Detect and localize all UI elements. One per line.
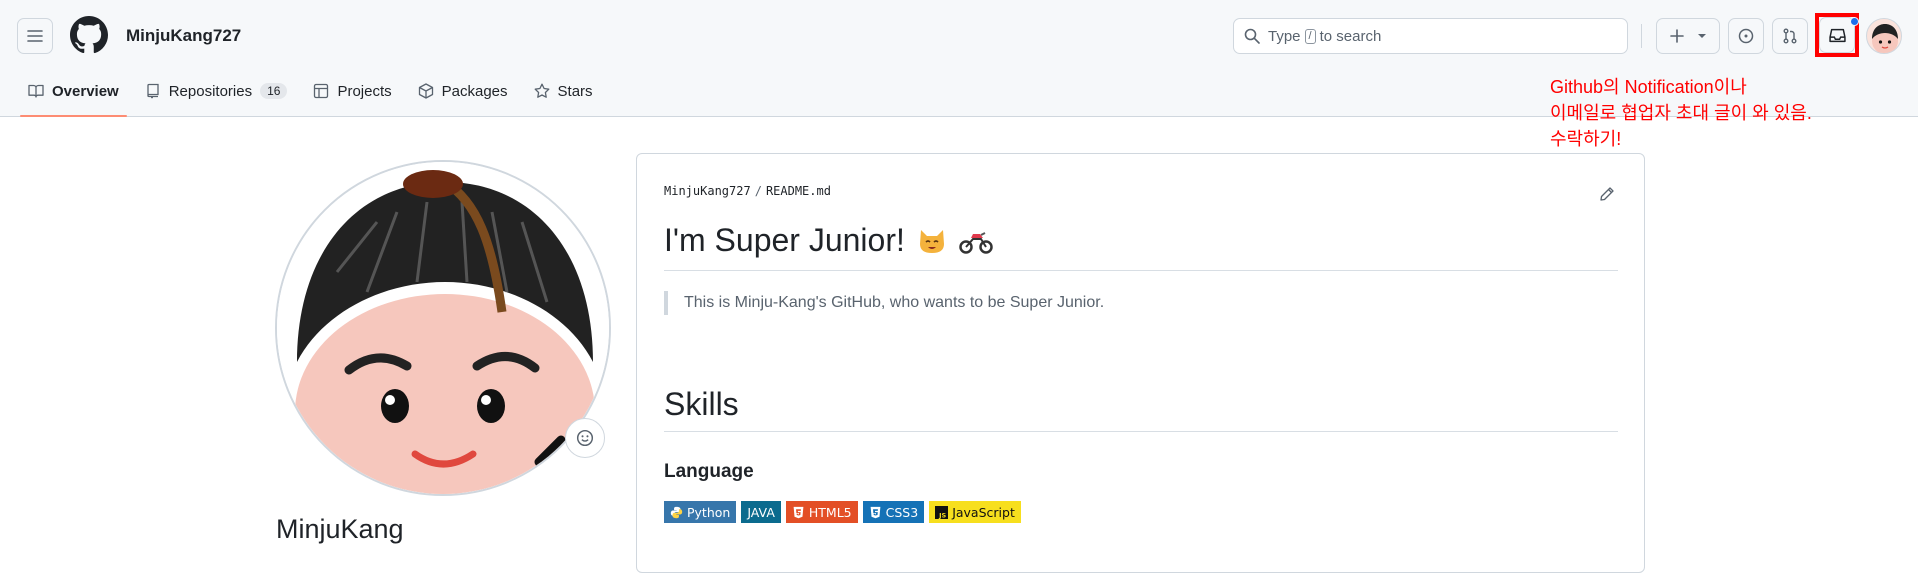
avatar[interactable]	[1866, 18, 1902, 54]
badge-html5[interactable]: HTML5	[785, 501, 858, 523]
annotation-text: Github의 Notification이나 이메일로 협업자 초대 글이 와 …	[1550, 74, 1812, 152]
badge-css3[interactable]: CSS3	[862, 501, 925, 523]
badge-css3-label: CSS3	[885, 504, 919, 520]
profile-tabs: Overview Repositories 16 Projects Packag…	[20, 76, 611, 117]
skills-heading: Skills	[664, 386, 739, 422]
set-status-button[interactable]	[565, 418, 605, 458]
tab-overview-label: Overview	[52, 82, 119, 100]
readme-card: MinjuKang727/ README.md I'm Super Junior!…	[636, 153, 1645, 573]
tab-stars[interactable]: Stars	[526, 76, 601, 106]
pull-requests-button[interactable]	[1772, 18, 1808, 54]
badge-html5-label: HTML5	[808, 504, 852, 520]
title-divider	[664, 270, 1618, 271]
badge-python-label: Python	[687, 504, 731, 520]
star-icon	[534, 83, 549, 98]
css3-icon	[870, 506, 880, 518]
readme-path: MinjuKang727/ README.md	[664, 184, 831, 198]
skills-divider	[664, 431, 1618, 432]
language-heading: Language	[664, 461, 754, 482]
readme-title-text: I'm Super Junior!	[664, 222, 905, 258]
tab-projects-label: Projects	[337, 82, 392, 100]
badge-python[interactable]: Python	[664, 501, 737, 523]
tab-packages-label: Packages	[441, 82, 508, 100]
tab-repositories-label: Repositories	[168, 82, 253, 100]
avatar-image	[1872, 24, 1898, 53]
repositories-count: 16	[260, 83, 288, 99]
issues-button[interactable]	[1728, 18, 1764, 54]
annotation-line-1: Github의 Notification이나	[1550, 77, 1747, 97]
html5-icon	[793, 506, 804, 518]
tab-packages[interactable]: Packages	[410, 76, 516, 106]
plus-icon	[1670, 29, 1684, 43]
book-icon	[28, 84, 44, 98]
create-new-button[interactable]	[1656, 18, 1720, 54]
profile-avatar-image	[277, 162, 609, 494]
readme-title: I'm Super Junior!	[664, 222, 993, 259]
readme-quote: This is Minju-Kang's GitHub, who wants t…	[664, 291, 1104, 315]
badge-java-label: JAVA	[747, 504, 775, 520]
language-badges: Python JAVA HTML5 CSS3 JS JavaScript	[664, 501, 1026, 523]
badge-javascript[interactable]: JS JavaScript	[929, 501, 1021, 523]
path-separator: /	[754, 184, 762, 198]
svg-text:JS: JS	[938, 511, 946, 519]
tab-overview[interactable]: Overview	[20, 76, 127, 117]
profile-avatar[interactable]	[275, 160, 611, 496]
table-icon	[314, 83, 329, 99]
profile-name: MinjuKang	[276, 514, 404, 544]
menu-button[interactable]	[17, 18, 53, 54]
python-icon	[670, 506, 683, 518]
annotation-line-3: 수락하기!	[1550, 129, 1622, 149]
readme-owner-link[interactable]: MinjuKang727	[664, 184, 751, 198]
motorcycle-icon	[959, 231, 993, 254]
header-divider	[1641, 24, 1642, 48]
tab-stars-label: Stars	[557, 82, 593, 100]
search-suffix: to search	[1319, 27, 1382, 45]
search-shortcut-key: /	[1304, 28, 1316, 44]
pull-request-icon	[1783, 28, 1797, 44]
notification-dot	[1850, 17, 1859, 26]
tab-repositories[interactable]: Repositories 16	[137, 76, 296, 106]
readme-file-link[interactable]: README.md	[766, 184, 831, 198]
tab-projects[interactable]: Projects	[305, 76, 399, 106]
repo-icon	[147, 83, 159, 99]
github-logo-icon[interactable]	[70, 16, 108, 54]
smiley-icon	[576, 429, 594, 447]
search-prefix: Type	[1268, 27, 1301, 45]
search-input[interactable]: Type / to search	[1233, 18, 1628, 54]
badge-javascript-label: JavaScript	[952, 504, 1015, 520]
triangle-down-icon	[1698, 34, 1706, 38]
issue-icon	[1738, 28, 1754, 44]
annotation-line-2: 이메일로 협업자 초대 글이 와 있음.	[1550, 103, 1812, 123]
package-icon	[418, 83, 433, 99]
hamburger-icon	[27, 30, 43, 42]
cat-face-icon	[919, 229, 944, 253]
header-username[interactable]: MinjuKang727	[126, 26, 241, 46]
search-placeholder: Type / to search	[1268, 28, 1381, 45]
badge-java[interactable]: JAVA	[741, 501, 781, 523]
js-icon: JS	[935, 505, 949, 519]
pencil-icon[interactable]	[1599, 186, 1615, 202]
search-icon	[1244, 28, 1260, 44]
